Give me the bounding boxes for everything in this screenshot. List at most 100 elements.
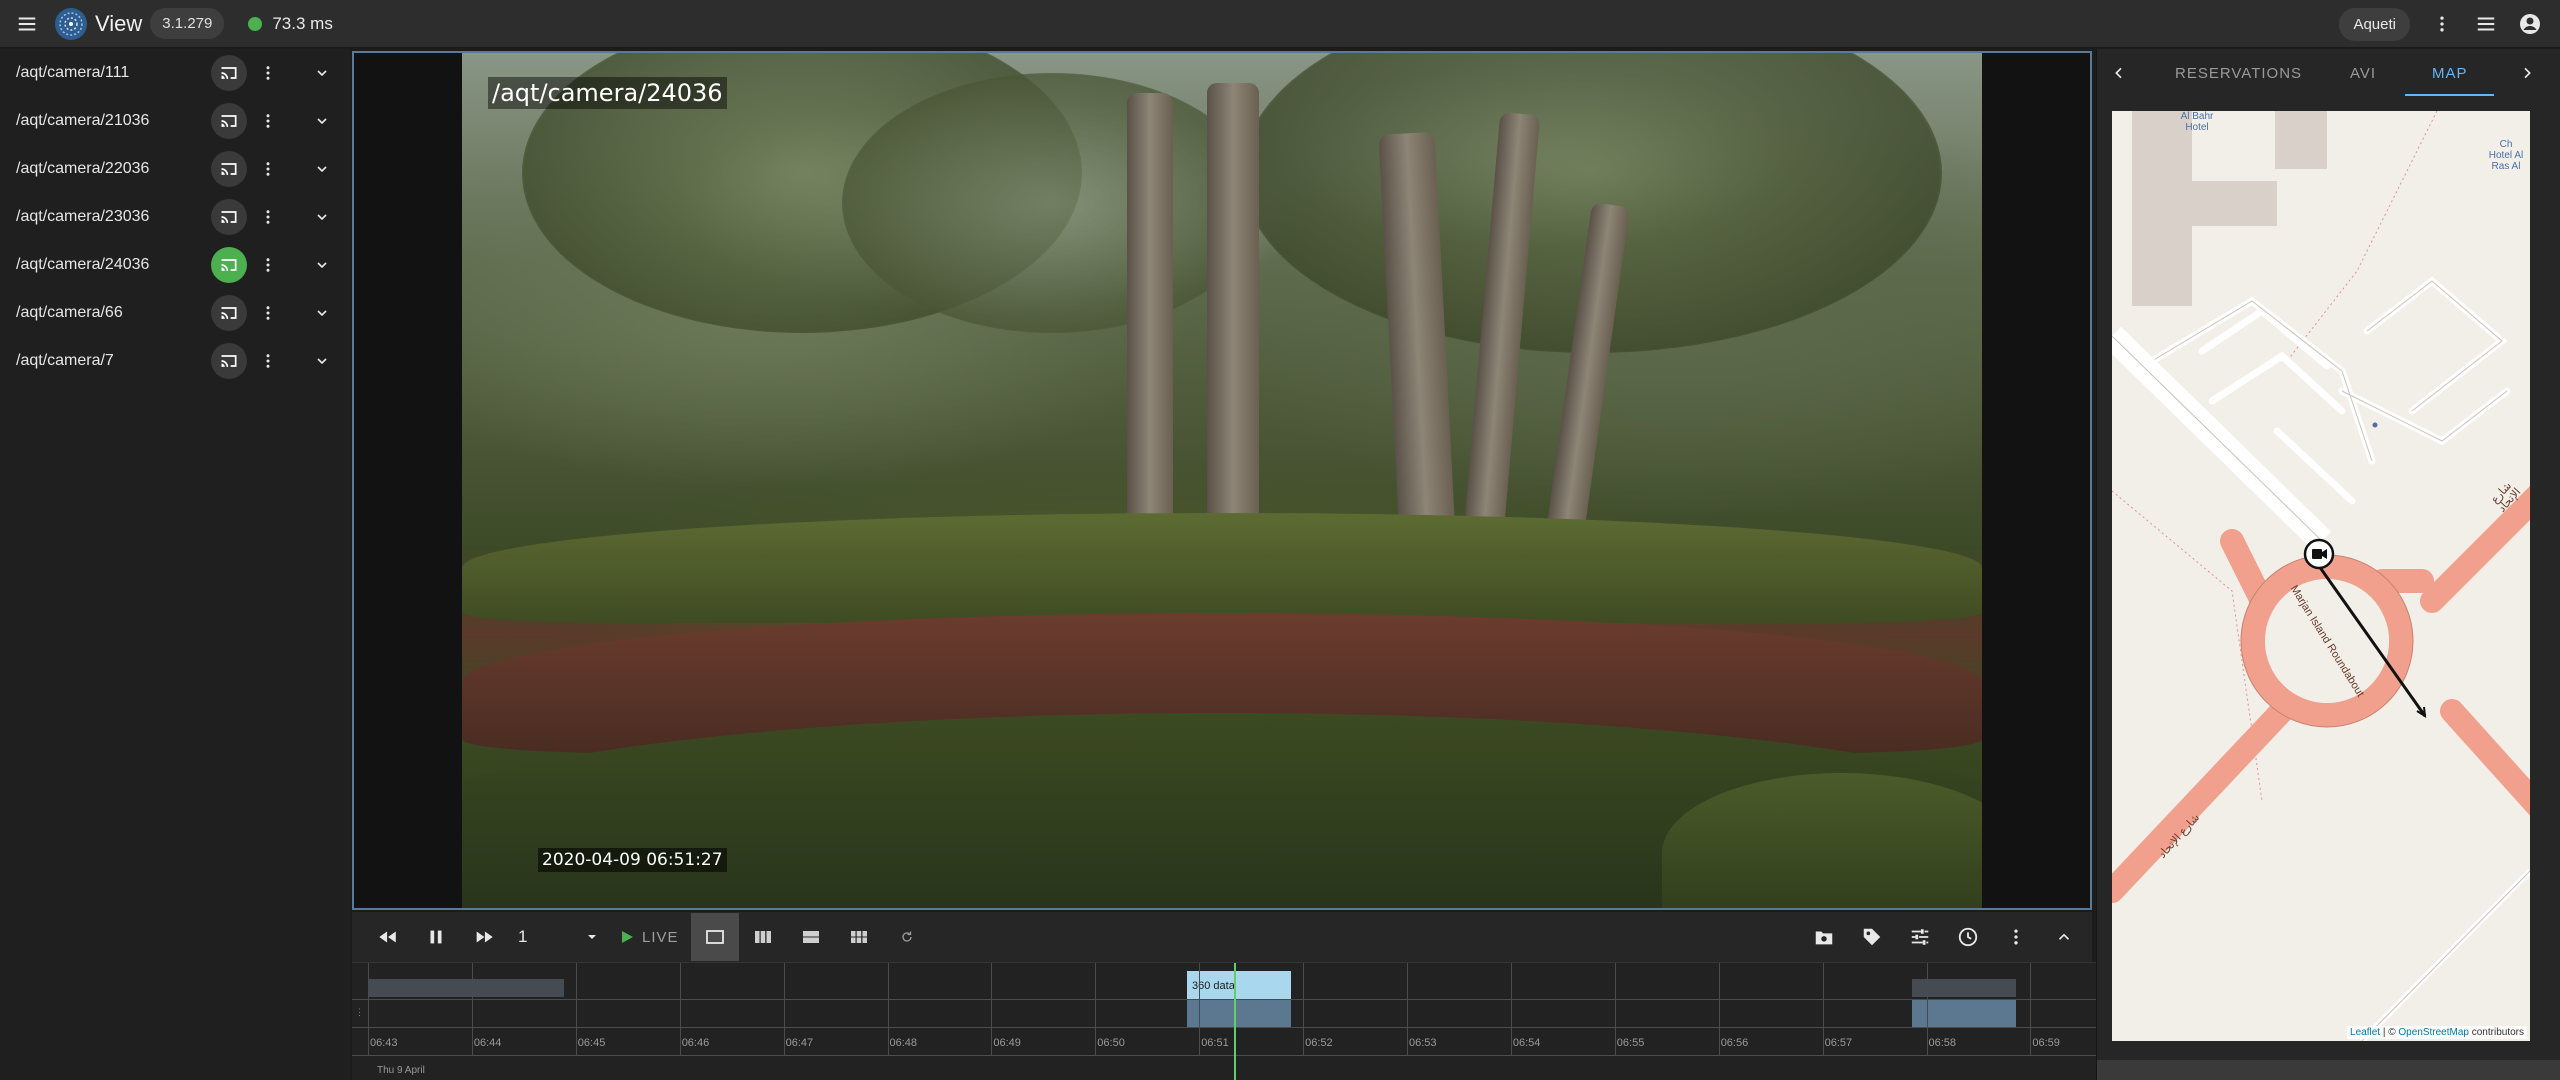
timeline-tick-label: 06:51 [1201,1037,1229,1049]
timeline-gridline [575,963,577,1055]
tune-icon[interactable] [1896,913,1944,961]
timeline-tick-label: 06:53 [1409,1037,1437,1049]
layout-columns-icon[interactable] [739,913,787,961]
list-menu-icon[interactable] [2466,4,2506,44]
camera-list-item[interactable]: /aqt/camera/66 [0,289,350,337]
live-button[interactable]: LIVE [608,913,691,961]
more-vert-icon[interactable] [258,343,278,379]
camera-list-item[interactable]: /aqt/camera/7 [0,337,350,385]
timeline-tick-label: 06:50 [1097,1037,1125,1049]
camera-sidebar: /aqt/camera/111/aqt/camera/21036/aqt/cam… [0,49,350,1080]
recording-segment[interactable] [1187,1000,1291,1027]
expand-more-icon[interactable] [310,103,334,139]
timeline-divider [352,1055,2096,1056]
more-vert-icon[interactable] [258,199,278,235]
menu-icon[interactable] [7,4,47,44]
user-chip[interactable]: Aqueti [2339,7,2410,41]
fast-forward-icon[interactable] [460,913,508,961]
expand-more-icon[interactable] [310,295,334,331]
latency-readout: 73.3 ms [272,13,333,33]
timeline-gridline [1407,963,1408,1055]
map-label-hotel-name: Hotel Al Ras Al [2488,150,2524,172]
more-vert-icon[interactable] [258,247,278,283]
map-attribution: Leaflet | © OpenStreetMap contributors [2347,1026,2527,1039]
tab-avi[interactable]: AVI [2350,49,2376,97]
tab-map[interactable]: MAP [2432,49,2468,97]
controls-more-icon[interactable] [1992,913,2040,961]
timeline-gridline [1822,963,1824,1055]
layout-grid-icon[interactable] [835,913,883,961]
chevron-left-icon[interactable] [2099,53,2139,93]
live-label: LIVE [642,928,679,946]
recording-segment[interactable] [1912,1000,2016,1027]
tab-reservations[interactable]: RESERVATIONS [2175,49,2302,97]
timeline-tick-label: 06:48 [889,1037,918,1049]
chevron-right-icon[interactable] [2507,53,2547,93]
more-vert-icon[interactable] [258,295,278,331]
timeline-gridline [471,963,473,1055]
camera-label: /aqt/camera/22036 [16,160,150,177]
more-vert-icon[interactable] [258,55,278,91]
rewind-icon[interactable] [364,913,412,961]
top-bar: View 3.1.279 73.3 ms Aqueti [0,0,2560,48]
panel-footer [2097,1060,2560,1080]
map-view[interactable]: Al Bahr Hotel Ch Hotel Al Ras Al Marjan … [2112,111,2530,1041]
timeline-tick-label: 06:43 [370,1037,398,1049]
top-right-actions: Aqueti [2339,4,2550,44]
layout-rows-icon[interactable] [787,913,835,961]
camera-list-item[interactable]: /aqt/camera/23036 [0,193,350,241]
timeline[interactable]: 360 data 06:43 06:44 06:45 06:46 06:47 06:48 0… [352,962,2096,1080]
camera-list-item[interactable]: /aqt/camera/21036 [0,97,350,145]
cast-icon[interactable] [211,343,247,379]
leaflet-link[interactable]: Leaflet [2350,1027,2380,1038]
expand-more-icon[interactable] [310,151,334,187]
expand-more-icon[interactable] [310,199,334,235]
osm-link[interactable]: OpenStreetMap [2398,1027,2469,1038]
camera-label: /aqt/camera/7 [16,352,114,369]
clock-icon[interactable] [1944,913,1992,961]
timeline-gridline [1095,963,1097,1055]
timeline-grip-icon[interactable]: ⋮ [355,1007,364,1018]
camera-label: /aqt/camera/24036 [16,256,150,273]
cast-icon[interactable] [211,151,247,187]
expand-more-icon[interactable] [310,343,334,379]
cast-icon[interactable] [211,103,247,139]
snapshot-folder-icon[interactable] [1800,913,1848,961]
rotate-icon[interactable] [883,913,931,961]
cast-icon[interactable] [211,295,247,331]
pause-icon[interactable] [412,913,460,961]
recording-segment[interactable] [1912,979,2016,997]
layout-single-icon[interactable] [690,913,739,961]
camera-list-item[interactable]: /aqt/camera/22036 [0,145,350,193]
expand-more-icon[interactable] [310,247,334,283]
timeline-tick-label: 06:44 [473,1037,502,1049]
timeline-tick-label: 06:57 [1824,1037,1853,1049]
collapse-up-icon[interactable] [2040,913,2088,961]
timeline-gridline [679,963,681,1055]
video-viewport[interactable]: /aqt/camera/24036 2020-04-09 06:51:27 [352,51,2092,910]
timeline-gridline [1718,963,1720,1055]
timeline-gridline [368,963,369,1055]
camera-list-item[interactable]: /aqt/camera/24036 [0,241,350,289]
more-vert-icon[interactable] [2422,4,2462,44]
expand-more-icon[interactable] [310,55,334,91]
video-camera-title: /aqt/camera/24036 [488,77,727,109]
cast-icon[interactable] [211,55,247,91]
more-vert-icon[interactable] [258,151,278,187]
playback-controls: 1 LIVE [352,912,2092,962]
attribution-contributors: contributors [2468,1027,2524,1038]
version-badge: 3.1.279 [150,8,225,39]
timeline-date: Thu 9 April [377,1065,425,1076]
more-vert-icon[interactable] [258,103,278,139]
camera-list-item[interactable]: /aqt/camera/111 [0,49,350,97]
cast-icon[interactable] [211,199,247,235]
timeline-tick-label: 06:46 [681,1037,710,1049]
account-icon[interactable] [2510,4,2550,44]
tag-icon[interactable] [1848,913,1896,961]
recording-segment[interactable] [368,979,564,997]
speed-select[interactable]: 1 [508,913,608,961]
cast-icon[interactable] [211,247,247,283]
play-icon [622,931,633,943]
camera-label: /aqt/camera/66 [16,304,123,321]
playhead-cursor[interactable] [1234,963,1236,1080]
